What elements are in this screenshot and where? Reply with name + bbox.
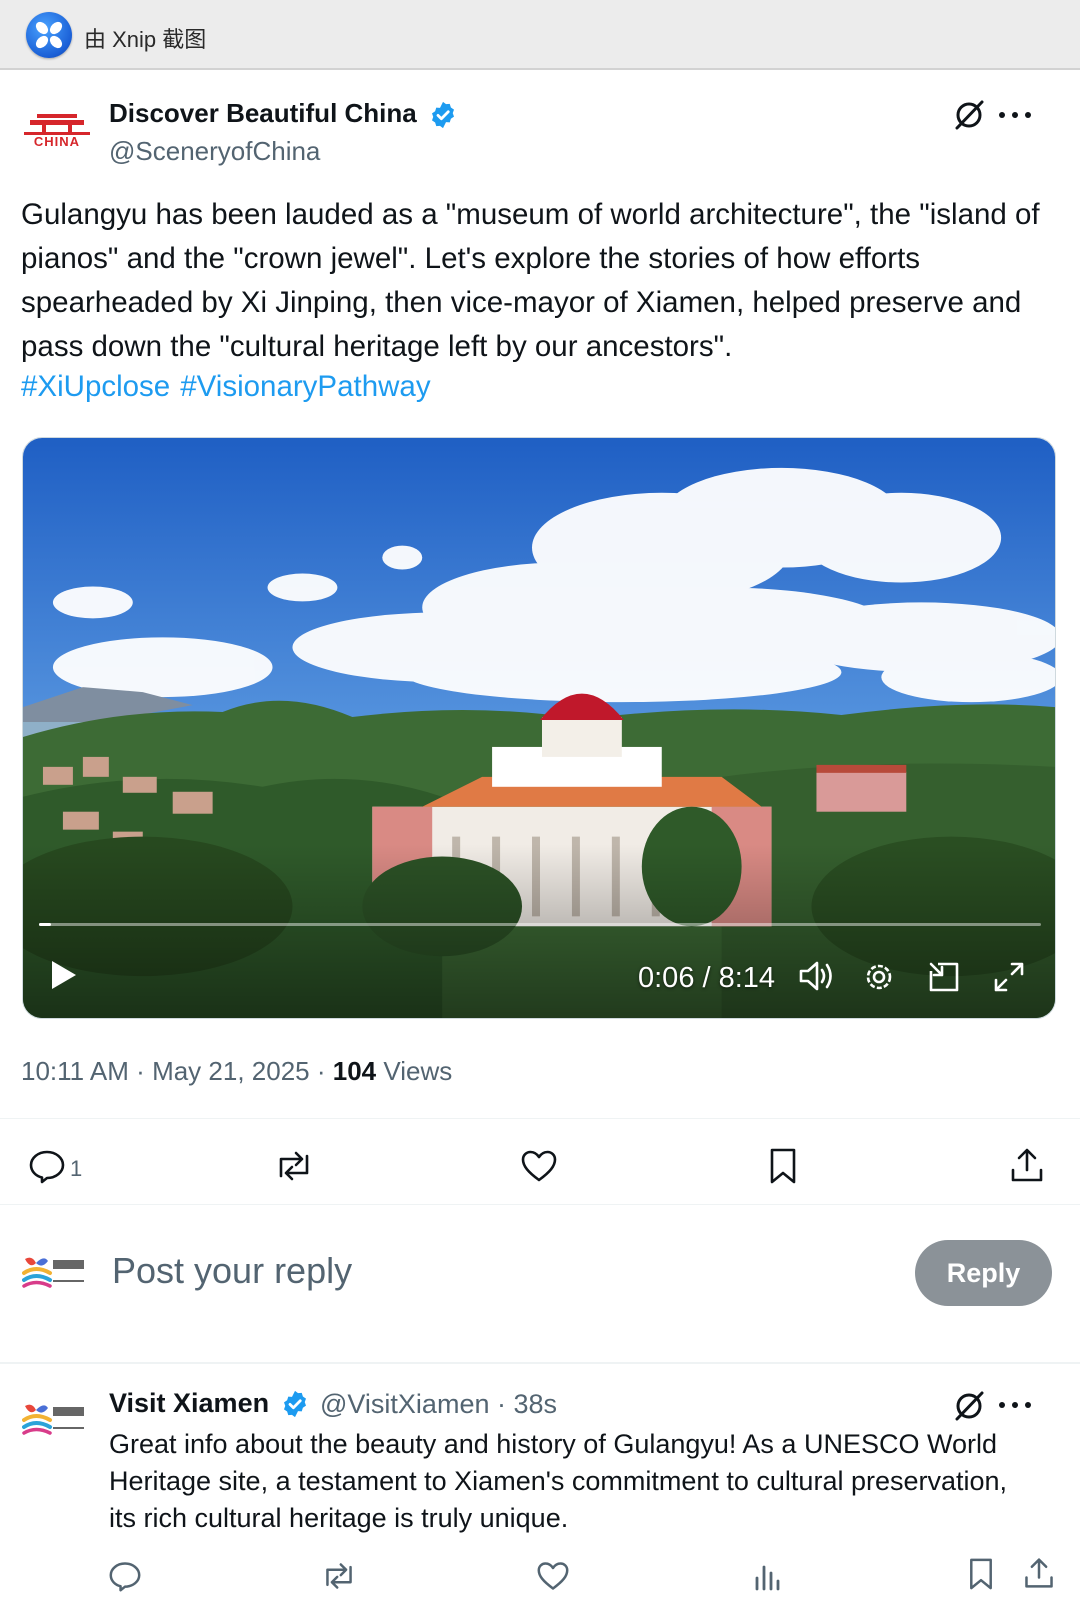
xnip-logo-icon: [26, 12, 72, 58]
play-icon[interactable]: [49, 958, 79, 997]
reply-button[interactable]: Reply: [915, 1240, 1052, 1306]
reply-input[interactable]: Post your reply: [112, 1250, 352, 1292]
hashtags: #XiUpclose #VisionaryPathway: [21, 365, 441, 409]
share-icon[interactable]: [1022, 1556, 1056, 1590]
more-icon[interactable]: [999, 110, 1031, 120]
divider: [0, 1118, 1080, 1119]
hashtag-link[interactable]: #XiUpclose: [21, 370, 170, 403]
video-player[interactable]: 0:06 / 8:14: [22, 437, 1056, 1019]
reply-author-handle[interactable]: @VisitXiamen · 38s: [320, 1389, 557, 1420]
author-handle[interactable]: @SceneryofChina: [109, 136, 320, 167]
divider: [0, 1362, 1080, 1364]
user-avatar[interactable]: [22, 1253, 88, 1293]
tweet-time[interactable]: 10:11 AM: [21, 1056, 129, 1086]
author-name[interactable]: Discover Beautiful China: [109, 98, 417, 129]
reply-icon[interactable]: [108, 1560, 142, 1592]
reply-author-avatar[interactable]: [22, 1400, 88, 1440]
video-progress-bar[interactable]: [39, 923, 1041, 926]
more-icon[interactable]: [999, 1400, 1031, 1410]
grok-icon[interactable]: [952, 98, 986, 132]
meta-separator: ·: [316, 1056, 333, 1086]
view-count: 104: [332, 1056, 377, 1086]
reply-action[interactable]: 1: [28, 1148, 82, 1189]
hashtag-link[interactable]: #VisionaryPathway: [180, 370, 430, 403]
divider: [0, 1204, 1080, 1205]
like-icon[interactable]: [536, 1560, 570, 1592]
avatar-wordmark: CHINA: [34, 134, 80, 148]
share-icon[interactable]: [1008, 1146, 1046, 1184]
reply-icon: [28, 1148, 66, 1189]
pip-icon[interactable]: [926, 959, 962, 1000]
views-label: Views: [383, 1056, 453, 1086]
verified-badge-icon: [280, 1389, 310, 1419]
capture-title: 由 Xnip 截图: [84, 27, 207, 52]
tweet-text: Gulangyu has been lauded as a "museum of…: [21, 198, 1040, 363]
video-progress-fill: [39, 923, 52, 926]
bookmark-icon[interactable]: [966, 1557, 996, 1591]
verified-badge-icon: [428, 100, 458, 130]
video-time: 0:06 / 8:14: [638, 962, 776, 994]
reply-author-name[interactable]: Visit Xiamen: [109, 1388, 269, 1419]
fullscreen-icon[interactable]: [991, 959, 1027, 1000]
tweet-meta: 10:11 AM · May 21, 2025 · 104 Views: [21, 1056, 452, 1087]
volume-icon[interactable]: [797, 958, 837, 999]
grok-icon[interactable]: [952, 1389, 986, 1423]
bookmark-icon[interactable]: [766, 1147, 800, 1185]
repost-icon[interactable]: [274, 1148, 314, 1184]
meta-separator: ·: [136, 1056, 153, 1086]
capture-toolbar: 由 Xnip 截图: [0, 0, 1080, 70]
settings-icon[interactable]: [861, 959, 897, 1000]
views-analytics-icon[interactable]: [753, 1561, 783, 1591]
author-avatar[interactable]: CHINA: [22, 112, 92, 149]
like-icon[interactable]: [520, 1148, 558, 1184]
repost-icon[interactable]: [321, 1560, 357, 1592]
reply-count: 1: [70, 1155, 83, 1181]
tweet-date[interactable]: May 21, 2025: [152, 1056, 310, 1086]
reply-text: Great info about the beauty and history …: [109, 1429, 1008, 1533]
video-frame: [23, 438, 1055, 1018]
